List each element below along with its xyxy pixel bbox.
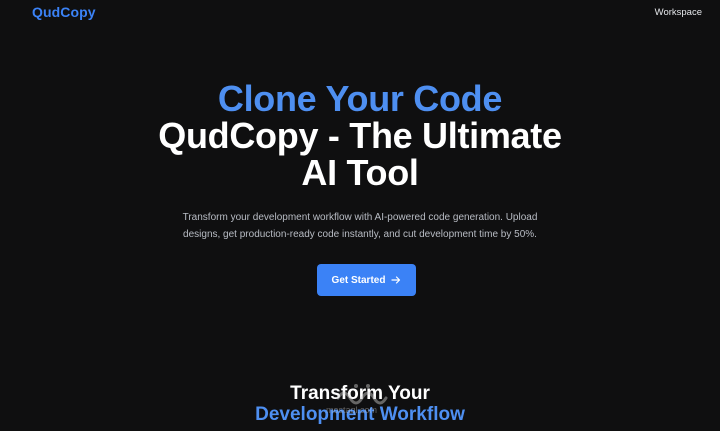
section-heading-line-2: Development Workflow (255, 404, 465, 425)
workspace-link[interactable]: Workspace (655, 7, 702, 18)
get-started-label: Get Started (331, 274, 386, 286)
get-started-button[interactable]: Get Started (317, 264, 416, 296)
hero-subtitle: Transform your development workflow with… (0, 209, 720, 243)
arrow-right-icon (391, 275, 401, 285)
hero-subtitle-line-2: designs, get production-ready code insta… (183, 229, 537, 240)
section-heading: Transform Your Development Workflow (0, 383, 720, 425)
hero-title-line-1: Clone Your Code (217, 78, 503, 119)
brand-logo[interactable]: QudCopy (32, 4, 96, 20)
section-heading-line-1: Transform Your (290, 383, 430, 404)
hero-heading: Clone Your Code QudCopy - The Ultimate A… (0, 80, 720, 191)
landing-page: QudCopy Workspace Clone Your Code QudCop… (0, 0, 720, 431)
hero-title-line-3: AI Tool (301, 152, 419, 193)
top-nav: QudCopy Workspace (0, 0, 720, 26)
hero-title-line-2: QudCopy - The Ultimate (158, 115, 562, 156)
hero-subtitle-line-1: Transform your development workflow with… (182, 212, 538, 223)
